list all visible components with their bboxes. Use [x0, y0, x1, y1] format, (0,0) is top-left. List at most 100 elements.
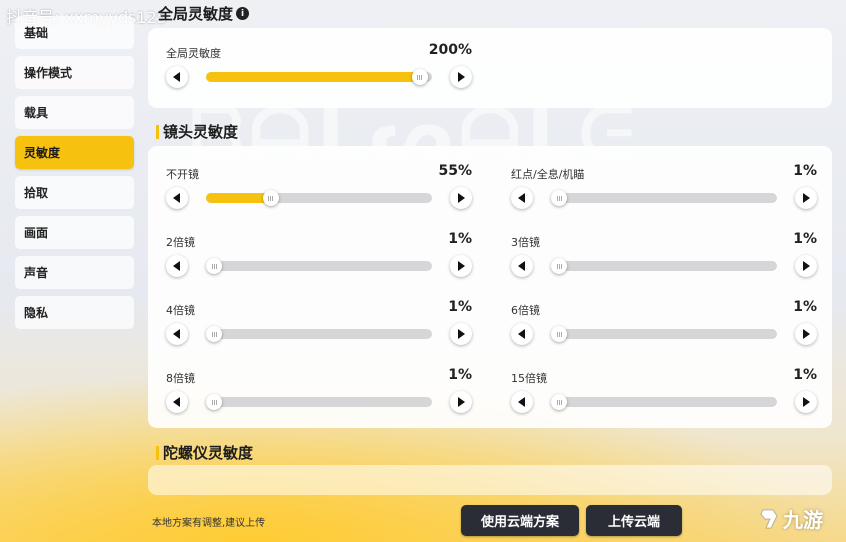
arrow-left-icon	[173, 261, 180, 271]
slider-label: 4倍镜	[166, 304, 195, 317]
arrow-right-icon	[803, 329, 810, 339]
arrow-left-icon	[173, 397, 180, 407]
slider-track[interactable]	[551, 190, 777, 206]
slider-value: 1%	[448, 231, 472, 247]
increase-button[interactable]	[450, 323, 472, 345]
sidebar-item-label: 基础	[24, 26, 49, 40]
slider-value: 1%	[793, 299, 817, 315]
sidebar-item-graphics[interactable]: 画面	[15, 216, 134, 249]
section-title: 镜头灵敏度	[163, 123, 239, 141]
slider-handle[interactable]	[262, 190, 279, 206]
arrow-right-icon	[458, 329, 465, 339]
global-sensitivity-panel: 全局灵敏度 200%	[148, 28, 832, 108]
decrease-button[interactable]	[511, 391, 533, 413]
sidebar-item-label: 拾取	[24, 186, 49, 200]
increase-button[interactable]	[450, 391, 472, 413]
slider-no-scope: 不开镜 55%	[166, 163, 472, 216]
slider-handle[interactable]	[206, 326, 222, 342]
slider-label: 3倍镜	[511, 236, 540, 249]
slider-4x-scope: 4倍镜 1%	[166, 299, 472, 352]
arrow-left-icon	[173, 72, 180, 82]
gyro-sensitivity-heading: 陀螺仪灵敏度	[156, 442, 253, 463]
arrow-left-icon	[518, 193, 525, 203]
increase-button[interactable]	[450, 66, 472, 88]
increase-button[interactable]	[450, 255, 472, 277]
slider-value: 1%	[448, 367, 472, 383]
arrow-right-icon	[803, 397, 810, 407]
slider-handle[interactable]	[551, 394, 567, 410]
slider-3x-scope: 3倍镜 1%	[511, 231, 817, 284]
slider-label: 8倍镜	[166, 372, 195, 385]
slider-15x-scope: 15倍镜 1%	[511, 367, 817, 420]
slider-track[interactable]	[551, 326, 777, 342]
slider-value: 1%	[793, 367, 817, 383]
slider-fill	[206, 72, 420, 82]
section-title: 全局灵敏度	[158, 5, 234, 23]
slider-label: 15倍镜	[511, 372, 547, 385]
slider-track[interactable]	[551, 258, 777, 274]
sidebar-item-sensitivity[interactable]: 灵敏度	[15, 136, 134, 169]
slider-track[interactable]	[206, 258, 432, 274]
decrease-button[interactable]	[166, 255, 188, 277]
slider-handle[interactable]	[551, 326, 567, 342]
slider-2x-scope: 2倍镜 1%	[166, 231, 472, 284]
scope-sensitivity-heading: 镜头灵敏度	[156, 121, 238, 142]
sidebar-item-vehicle[interactable]: 载具	[15, 96, 134, 129]
scope-sensitivity-panel: 不开镜 55% 红点/全息/机瞄 1% 2倍镜 1% 3倍镜 1% 4倍镜 1% 6倍镜 1% 8倍镜 1…	[148, 146, 832, 428]
slider-value: 55%	[438, 163, 472, 179]
sidebar: 基础 操作模式 载具 灵敏度 拾取 画面 声音 隐私	[15, 16, 134, 336]
arrow-left-icon	[518, 397, 525, 407]
increase-button[interactable]	[795, 255, 817, 277]
use-cloud-plan-button[interactable]: 使用云端方案	[461, 505, 579, 536]
slider-track[interactable]	[551, 394, 777, 410]
decrease-button[interactable]	[166, 187, 188, 209]
decrease-button[interactable]	[511, 187, 533, 209]
slider-fill	[206, 193, 271, 203]
decrease-button[interactable]	[166, 66, 188, 88]
arrow-right-icon	[458, 261, 465, 271]
increase-button[interactable]	[795, 323, 817, 345]
slider-handle[interactable]	[206, 394, 222, 410]
sidebar-item-label: 操作模式	[24, 66, 73, 80]
sidebar-item-label: 画面	[24, 226, 49, 240]
global-sensitivity-heading: 全局灵敏度 i	[158, 3, 250, 24]
slider-value: 1%	[448, 299, 472, 315]
slider-handle[interactable]	[411, 69, 428, 85]
decrease-button[interactable]	[511, 323, 533, 345]
slider-track[interactable]	[206, 326, 432, 342]
slider-handle[interactable]	[551, 190, 567, 206]
accent-bar	[156, 445, 159, 460]
logo: 九游	[757, 504, 823, 533]
sidebar-item-sound[interactable]: 声音	[15, 256, 134, 289]
sidebar-item-basic[interactable]: 基础	[15, 16, 134, 49]
arrow-left-icon	[518, 261, 525, 271]
sidebar-item-control-mode[interactable]: 操作模式	[15, 56, 134, 89]
slider-label: 2倍镜	[166, 236, 195, 249]
section-title: 陀螺仪灵敏度	[163, 444, 254, 462]
decrease-button[interactable]	[166, 323, 188, 345]
slider-label: 全局灵敏度	[166, 47, 221, 60]
decrease-button[interactable]	[511, 255, 533, 277]
gyro-sensitivity-panel	[148, 465, 832, 495]
slider-8x-scope: 8倍镜 1%	[166, 367, 472, 420]
sidebar-item-label: 隐私	[24, 306, 49, 320]
slider-track[interactable]	[206, 190, 432, 206]
sidebar-item-pickup[interactable]: 拾取	[15, 176, 134, 209]
slider-label: 红点/全息/机瞄	[511, 168, 585, 181]
increase-button[interactable]	[450, 187, 472, 209]
decrease-button[interactable]	[166, 391, 188, 413]
slider-handle[interactable]	[206, 258, 222, 274]
slider-6x-scope: 6倍镜 1%	[511, 299, 817, 352]
increase-button[interactable]	[795, 391, 817, 413]
slider-red-dot-holo-iron: 红点/全息/机瞄 1%	[511, 163, 817, 216]
info-icon[interactable]: i	[236, 7, 250, 20]
slider-track[interactable]	[206, 394, 432, 410]
sidebar-item-label: 声音	[24, 266, 49, 280]
slider-label: 6倍镜	[511, 304, 540, 317]
slider-track[interactable]	[206, 69, 432, 85]
slider-handle[interactable]	[551, 258, 567, 274]
sidebar-item-privacy[interactable]: 隐私	[15, 296, 134, 329]
upload-cloud-button[interactable]: 上传云端	[586, 505, 682, 536]
increase-button[interactable]	[795, 187, 817, 209]
arrow-right-icon	[803, 261, 810, 271]
